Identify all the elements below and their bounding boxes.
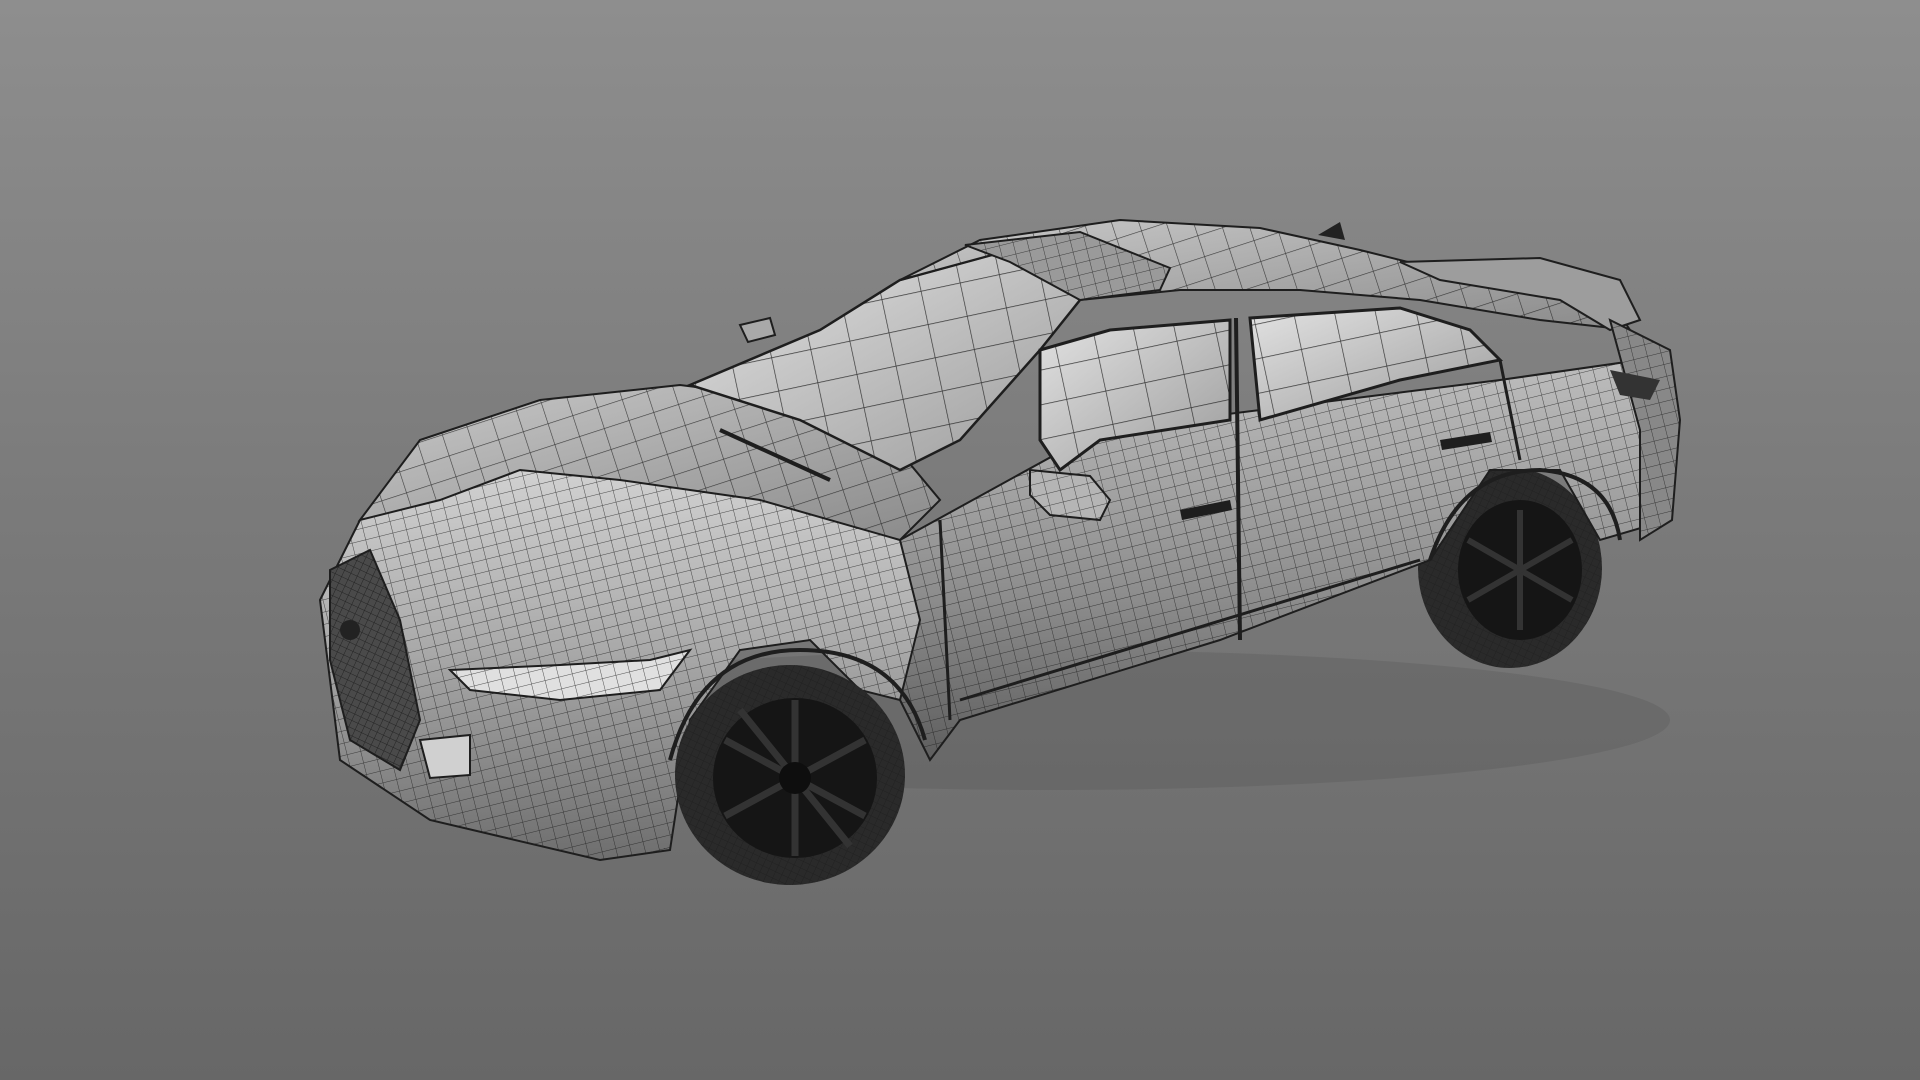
3d-viewport[interactable] — [0, 0, 1920, 1080]
front-left-wheel[interactable] — [675, 665, 905, 885]
left-mirror-far — [738, 316, 777, 344]
antenna — [1318, 222, 1345, 240]
car-wireframe-model[interactable] — [0, 0, 1920, 1080]
fog-light — [418, 733, 471, 780]
